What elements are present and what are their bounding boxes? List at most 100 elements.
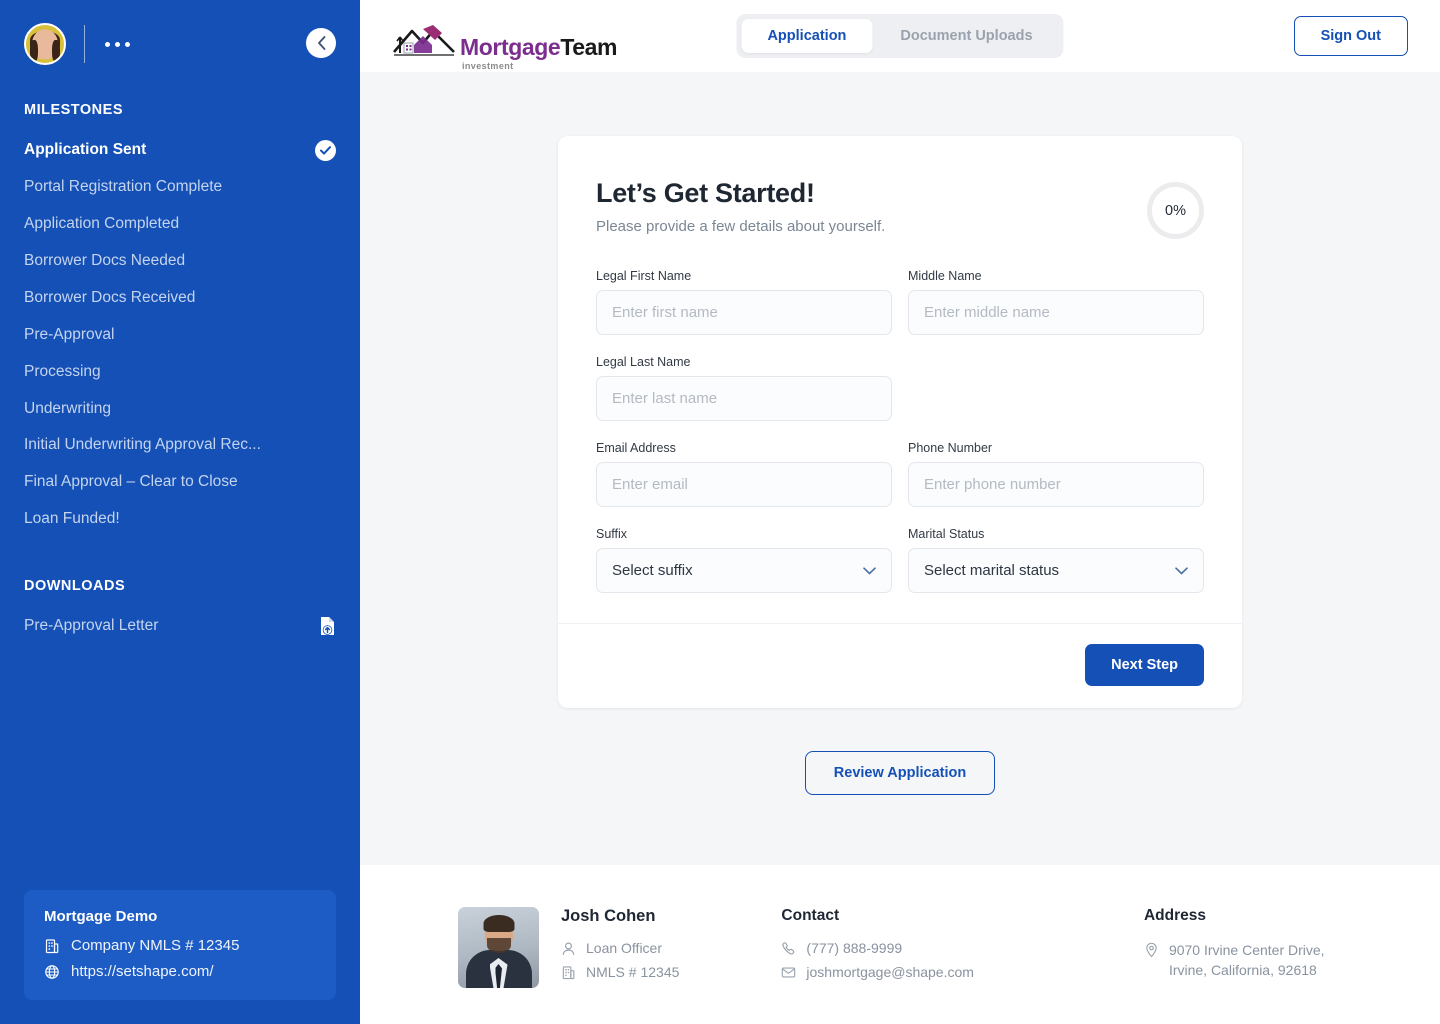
last-name-input[interactable] (596, 376, 892, 421)
globe-icon (45, 964, 59, 979)
brand-logo[interactable]: MortgageTeam investment (392, 13, 618, 71)
sidebar-item-processing[interactable]: Processing (0, 354, 360, 391)
label-email-address: Email Address (596, 441, 676, 455)
avatar-hair-left (30, 40, 38, 63)
sidebar-header (0, 0, 360, 66)
milestone-label: Processing (24, 362, 101, 380)
photo-hair (483, 915, 514, 932)
company-info-card: Mortgage Demo Company NMLS # 12345 https… (24, 890, 336, 1000)
logo-subtitle: investment (462, 61, 514, 71)
main-area: MortgageTeam investment Application Docu… (360, 0, 1440, 1024)
content-area: Let’s Get Started! Please provide a few … (360, 72, 1440, 865)
milestone-label: Loan Funded! (24, 510, 120, 528)
marital-status-select-value: Select marital status (924, 562, 1060, 579)
milestone-label: Application Sent (24, 141, 147, 159)
field-legal-first-name: Legal First Name (596, 269, 892, 335)
marital-status-select[interactable]: Select marital status (908, 548, 1204, 593)
next-step-button[interactable]: Next Step (1085, 644, 1204, 686)
sidebar-divider (84, 25, 85, 63)
review-application-button[interactable]: Review Application (804, 751, 996, 795)
phone-input[interactable] (908, 462, 1204, 507)
address-line-1: 9070 Irvine Center Drive, (1168, 942, 1325, 958)
milestone-label: Borrower Docs Needed (24, 251, 186, 269)
sidebar-item-initial-underwriting-approval[interactable]: Initial Underwriting Approval Rec... (0, 427, 360, 464)
file-upload-icon[interactable] (318, 616, 336, 636)
sidebar-item-borrower-docs-needed[interactable]: Borrower Docs Needed (0, 243, 360, 280)
phone-icon (782, 941, 795, 955)
middle-name-input[interactable] (908, 290, 1204, 335)
application-form-card: Let’s Get Started! Please provide a few … (558, 136, 1242, 708)
first-name-input[interactable] (596, 290, 892, 335)
collapse-sidebar-button[interactable] (306, 28, 336, 58)
site-footer: Josh Cohen Loan Officer NMLS # 12345 Con… (360, 865, 1440, 1024)
avatar-hair-right (52, 40, 60, 63)
label-legal-first-name: Legal First Name (596, 269, 692, 283)
download-label: Pre-Approval Letter (24, 617, 159, 635)
avatar[interactable] (24, 23, 66, 65)
contact-heading: Contact (781, 907, 840, 924)
label-marital-status: Marital Status (908, 527, 985, 541)
form-empty-cell (908, 355, 1204, 421)
loan-officer-role-row: Loan Officer (561, 940, 679, 956)
company-name: Mortgage Demo (44, 908, 158, 925)
user-icon (562, 941, 575, 955)
suffix-select[interactable]: Select suffix (596, 548, 892, 593)
milestone-label: Portal Registration Complete (24, 178, 223, 195)
loan-officer-name: Josh Cohen (561, 907, 656, 925)
sidebar-item-application-sent[interactable]: Application Sent (0, 132, 360, 169)
loan-officer-block: Josh Cohen Loan Officer NMLS # 12345 (458, 907, 679, 988)
logo-word-team: Team (560, 34, 618, 60)
company-nmls-row: Company NMLS # 12345 (44, 937, 316, 954)
label-phone-number: Phone Number (908, 441, 993, 455)
milestone-label: Borrower Docs Received (24, 288, 196, 306)
contact-email-row[interactable]: joshmortgage@shape.com (781, 964, 974, 980)
field-middle-name: Middle Name (908, 269, 1204, 335)
address-heading: Address (1143, 907, 1206, 924)
form-card-body: Let’s Get Started! Please provide a few … (558, 136, 1242, 623)
form-card-footer: Next Step (558, 623, 1242, 708)
page-title: Let’s Get Started! (596, 178, 815, 208)
tab-application[interactable]: Application (741, 19, 873, 53)
sidebar-item-pre-approval[interactable]: Pre-Approval (0, 317, 360, 354)
email-input[interactable] (596, 462, 892, 507)
milestone-label: Application Completed (24, 214, 180, 232)
loan-officer-nmls: NMLS # 12345 (586, 964, 680, 980)
house-logo-icon (392, 19, 458, 59)
contact-phone-row[interactable]: (777) 888-9999 (781, 940, 974, 956)
milestone-label: Initial Underwriting Approval Rec... (24, 436, 261, 454)
address-text: 9070 Irvine Center Drive, Irvine, Califo… (1169, 940, 1325, 981)
building-icon (45, 938, 59, 953)
chevron-down-icon (863, 566, 876, 574)
address-row: 9070 Irvine Center Drive, Irvine, Califo… (1144, 940, 1325, 981)
field-legal-last-name: Legal Last Name (596, 355, 892, 421)
main-tabs: Application Document Uploads (736, 14, 1064, 58)
footer-address-block: Address 9070 Irvine Center Drive, Irvine… (1144, 907, 1325, 981)
topbar: MortgageTeam investment Application Docu… (360, 0, 1440, 72)
brand-logo-text: MortgageTeam investment (460, 34, 618, 71)
chevron-left-icon (317, 36, 325, 50)
company-website-row[interactable]: https://setshape.com/ (44, 963, 316, 980)
more-options-icon[interactable] (105, 41, 130, 47)
company-nmls-text: Company NMLS # 12345 (71, 937, 240, 954)
sign-out-button[interactable]: Sign Out (1293, 16, 1408, 56)
loan-officer-details: Josh Cohen Loan Officer NMLS # 12345 (561, 907, 679, 988)
tab-document-uploads[interactable]: Document Uploads (874, 19, 1058, 53)
sidebar-item-final-approval-clear-to-close[interactable]: Final Approval – Clear to Close (0, 464, 360, 501)
sidebar-item-portal-registration-complete[interactable]: Portal Registration Complete (0, 169, 360, 206)
sidebar-item-application-completed[interactable]: Application Completed (0, 206, 360, 243)
location-pin-icon (1146, 942, 1157, 958)
loan-officer-role: Loan Officer (586, 940, 663, 956)
sidebar-item-loan-funded[interactable]: Loan Funded! (0, 501, 360, 538)
sidebar-item-borrower-docs-received[interactable]: Borrower Docs Received (0, 280, 360, 317)
contact-email: joshmortgage@shape.com (806, 964, 974, 980)
app-root: MILESTONES Application Sent Portal Regis… (0, 0, 1440, 1024)
building-icon (562, 965, 575, 979)
field-suffix: Suffix Select suffix (596, 527, 892, 593)
photo-beard (486, 938, 511, 953)
field-marital-status: Marital Status Select marital status (908, 527, 1204, 593)
milestone-label: Underwriting (24, 399, 112, 417)
sidebar: MILESTONES Application Sent Portal Regis… (0, 0, 360, 1024)
milestone-label: Pre-Approval (24, 325, 115, 343)
sidebar-item-underwriting[interactable]: Underwriting (0, 391, 360, 428)
download-item-pre-approval-letter[interactable]: Pre-Approval Letter (0, 608, 360, 644)
